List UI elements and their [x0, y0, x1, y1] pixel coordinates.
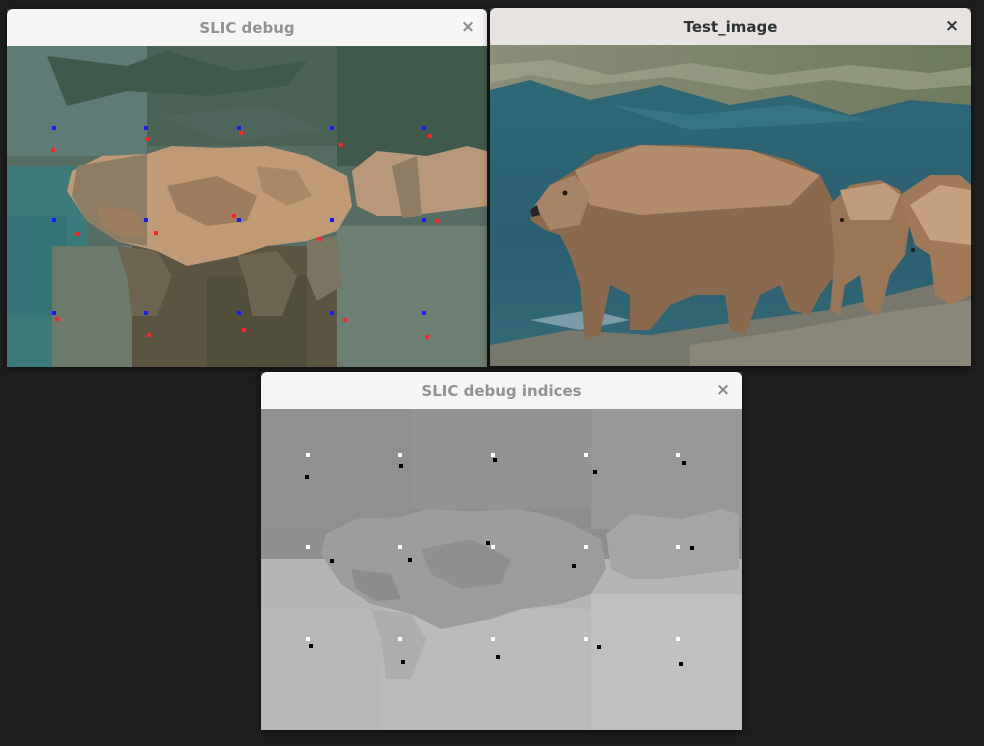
- window-title: SLIC debug indices: [421, 381, 582, 400]
- close-icon[interactable]: ×: [714, 381, 732, 399]
- slic-debug-canvas: [7, 46, 487, 367]
- slic-debug-window: SLIC debug ×: [7, 9, 487, 367]
- slic-segmentation-image: [7, 46, 487, 367]
- close-icon[interactable]: ×: [943, 17, 961, 35]
- slic-indices-window: SLIC debug indices ×: [261, 372, 742, 730]
- close-icon[interactable]: ×: [459, 18, 477, 36]
- bear-photo: [490, 45, 971, 366]
- slic-indices-canvas: [261, 409, 742, 730]
- test-image-canvas: [490, 45, 971, 366]
- test-image-titlebar[interactable]: Test_image ×: [490, 8, 971, 45]
- window-title: Test_image: [683, 17, 778, 36]
- label-index-image: [261, 409, 742, 730]
- slic-debug-titlebar[interactable]: SLIC debug ×: [7, 9, 487, 46]
- slic-indices-titlebar[interactable]: SLIC debug indices ×: [261, 372, 742, 409]
- test-image-window: Test_image ×: [490, 8, 971, 366]
- window-title: SLIC debug: [199, 18, 295, 37]
